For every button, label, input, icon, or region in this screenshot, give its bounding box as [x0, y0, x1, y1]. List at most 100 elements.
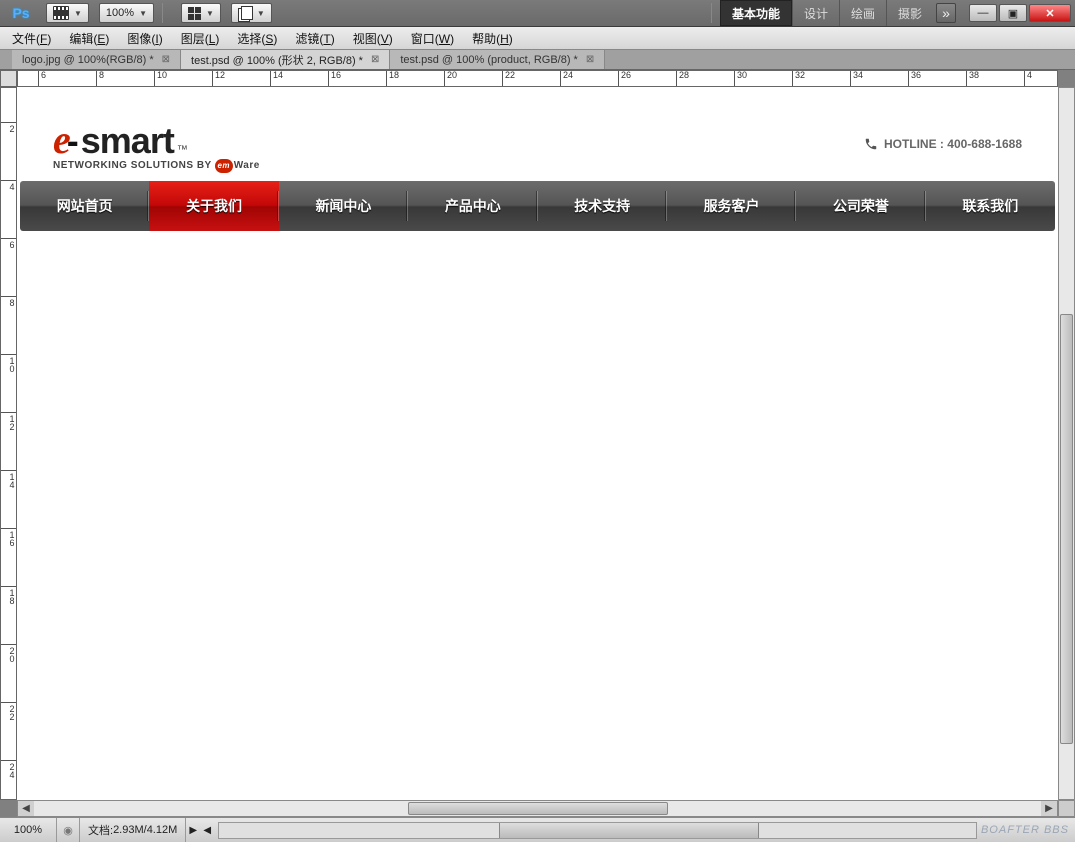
menu-bar: 文件(F) 编辑(E) 图像(I) 图层(L) 选择(S) 滤镜(T) 视图(V) 窗口(W)…	[0, 27, 1075, 50]
zoom-value: 100%	[106, 7, 134, 19]
grid-icon	[188, 7, 201, 20]
logo-dash: -	[67, 120, 79, 162]
close-tab-icon[interactable]: ⊠	[162, 54, 170, 65]
application-bar: Ps ▼ 100%▼ ▼ ▼ 基本功能设计绘画摄影 » — ▣ ✕	[0, 0, 1075, 27]
ruler-tick: 12	[1, 412, 16, 430]
menu-H[interactable]: 帮助(H)	[472, 30, 513, 47]
em-badge: em	[215, 159, 233, 173]
status-doc-info[interactable]: 文档:2.93M/4.12M	[79, 818, 186, 842]
ruler-tick: 36	[908, 71, 921, 86]
menu-W[interactable]: 窗口(W)	[411, 30, 454, 47]
film-icon	[53, 6, 69, 20]
document-tab[interactable]: logo.jpg @ 100%(RGB/8) *⊠	[12, 50, 181, 69]
ruler-tick: 18	[386, 71, 399, 86]
scrollbar-thumb[interactable]	[499, 823, 759, 838]
ruler-tick: 14	[1, 470, 16, 488]
menu-L[interactable]: 图层(L)	[181, 30, 220, 47]
menu-F[interactable]: 文件(F)	[12, 30, 51, 47]
close-button[interactable]: ✕	[1029, 4, 1071, 22]
logo-trademark: ™	[177, 144, 188, 156]
ruler-tick: 38	[966, 71, 979, 86]
status-scroll-left[interactable]: ◀	[200, 825, 214, 836]
ruler-tick: 28	[676, 71, 689, 86]
site-logo: e - smart ™ NETWORKING SOLUTIONS BY em W…	[53, 116, 260, 173]
nav-item: 技术支持	[538, 181, 667, 231]
menu-E[interactable]: 编辑(E)	[69, 30, 109, 47]
ruler-tick: 22	[502, 71, 515, 86]
ruler-tick: 34	[850, 71, 863, 86]
watermark: BOAFTER BBS	[981, 824, 1069, 836]
ruler-tick: 22	[1, 702, 16, 720]
ruler-tick: 18	[1, 586, 16, 604]
document-tab[interactable]: test.psd @ 100% (product, RGB/8) *⊠	[390, 50, 605, 69]
ruler-origin[interactable]	[0, 70, 17, 87]
docs-icon	[238, 6, 252, 20]
zoom-dropdown[interactable]: 100%▼	[99, 3, 154, 23]
app-logo: Ps	[6, 2, 36, 24]
minimize-button[interactable]: —	[969, 4, 997, 22]
nav-item: 联系我们	[926, 181, 1055, 231]
work-area: 681012141618202224262830323436384 246810…	[0, 70, 1075, 817]
scroll-right-arrow[interactable]: ▶	[1041, 801, 1057, 816]
ruler-tick: 20	[1, 644, 16, 662]
ruler-tick: 10	[154, 71, 167, 86]
hotline: HOTLINE : 400-688-1688	[864, 137, 1022, 151]
document-tabs: logo.jpg @ 100%(RGB/8) *⊠test.psd @ 100%…	[0, 50, 1075, 70]
ruler-tick: 30	[734, 71, 747, 86]
separator	[711, 3, 712, 23]
workspace-摄影[interactable]: 摄影	[886, 0, 933, 26]
ruler-tick: 14	[270, 71, 283, 86]
maximize-button[interactable]: ▣	[999, 4, 1027, 22]
nav-item: 网站首页	[20, 181, 149, 231]
scrollbar-horizontal-canvas[interactable]: ◀ ▶	[17, 800, 1058, 817]
close-tab-icon[interactable]: ⊠	[371, 54, 379, 65]
ruler-tick: 32	[792, 71, 805, 86]
menu-S[interactable]: 选择(S)	[237, 30, 277, 47]
ruler-tick: 10	[1, 354, 16, 372]
logo-tagline: NETWORKING SOLUTIONS BY em Ware	[53, 159, 260, 173]
ruler-vertical[interactable]: 24681012141618202224	[0, 87, 17, 800]
ruler-tick: 16	[1, 528, 16, 546]
site-nav: 网站首页关于我们新闻中心产品中心技术支持服务客户公司荣誉联系我们	[20, 181, 1055, 231]
ruler-tick: 20	[444, 71, 457, 86]
menu-I[interactable]: 图像(I)	[127, 30, 162, 47]
ruler-tick: 6	[38, 71, 46, 86]
status-sync-icon[interactable]: ◉	[57, 824, 79, 837]
workspace-more-dropdown[interactable]: »	[936, 3, 956, 23]
nav-item: 产品中心	[408, 181, 537, 231]
nav-item: 关于我们	[149, 181, 278, 231]
workspace-基本功能[interactable]: 基本功能	[720, 0, 792, 26]
screen-mode-dropdown[interactable]: ▼	[231, 3, 272, 23]
window-controls: — ▣ ✕	[967, 4, 1071, 22]
separator	[162, 3, 163, 23]
menu-T[interactable]: 滤镜(T)	[295, 30, 334, 47]
nav-item: 新闻中心	[279, 181, 408, 231]
ruler-tick: 26	[618, 71, 631, 86]
scrollbar-vertical[interactable]	[1058, 87, 1075, 800]
ruler-horizontal[interactable]: 681012141618202224262830323436384	[17, 70, 1058, 87]
workspace-设计[interactable]: 设计	[792, 0, 839, 26]
hotline-text: HOTLINE : 400-688-1688	[884, 137, 1022, 151]
ruler-tick: 24	[560, 71, 573, 86]
close-tab-icon[interactable]: ⊠	[586, 54, 594, 65]
scrollbar-horizontal-status[interactable]	[218, 822, 977, 839]
canvas[interactable]: e - smart ™ NETWORKING SOLUTIONS BY em W…	[17, 87, 1058, 800]
ruler-tick: 12	[212, 71, 225, 86]
ruler-tick: 8	[1, 296, 16, 306]
scrollbar-thumb[interactable]	[408, 802, 668, 815]
status-zoom[interactable]: 100%	[0, 818, 57, 842]
layout-dropdown[interactable]: ▼	[181, 3, 221, 23]
scrollbar-thumb[interactable]	[1060, 314, 1073, 744]
workspace-绘画[interactable]: 绘画	[839, 0, 886, 26]
tool-preset-dropdown[interactable]: ▼	[46, 3, 89, 23]
design-content: e - smart ™ NETWORKING SOLUTIONS BY em W…	[17, 87, 1058, 231]
ruler-tick: 8	[96, 71, 104, 86]
menu-V[interactable]: 视图(V)	[353, 30, 393, 47]
ruler-tick: 6	[1, 238, 16, 248]
scroll-corner	[1058, 800, 1075, 817]
document-tab[interactable]: test.psd @ 100% (形状 2, RGB/8) *⊠	[181, 50, 390, 69]
workspace-switcher: 基本功能设计绘画摄影 » — ▣ ✕	[703, 0, 1075, 26]
status-info-dropdown[interactable]: ▶	[186, 825, 200, 836]
nav-item: 服务客户	[667, 181, 796, 231]
scroll-left-arrow[interactable]: ◀	[18, 801, 34, 816]
